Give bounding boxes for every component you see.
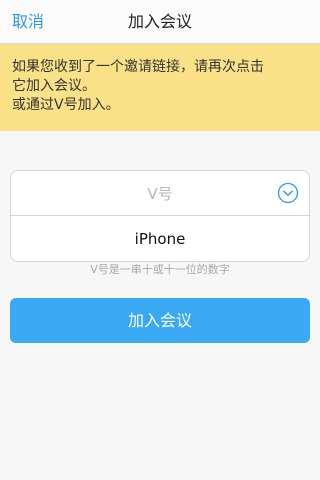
vid-row (11, 171, 309, 216)
join-meeting-button[interactable]: 加入会议 (10, 298, 310, 343)
chevron-down-circle-icon[interactable] (277, 182, 299, 204)
navigation-bar: 取消 加入会议 (0, 0, 320, 44)
device-name-row[interactable]: iPhone (11, 216, 309, 261)
notice-line-1: 如果您收到了一个邀请链接，请再次点击 (12, 59, 264, 75)
page-title: 加入会议 (127, 12, 192, 31)
vid-input[interactable] (51, 171, 269, 216)
invite-notice-banner: 如果您收到了一个邀请链接，请再次点击 它加入会议。 或通过V号加入。 (0, 44, 320, 131)
vid-hint-text: V号是一串十或十一位的数字 (90, 263, 230, 276)
join-form-card: iPhone (10, 170, 310, 262)
notice-line-2: 它加入会议。 (12, 78, 96, 94)
device-name-field[interactable]: iPhone (11, 216, 309, 261)
notice-line-3: 或通过V号加入。 (12, 97, 120, 113)
